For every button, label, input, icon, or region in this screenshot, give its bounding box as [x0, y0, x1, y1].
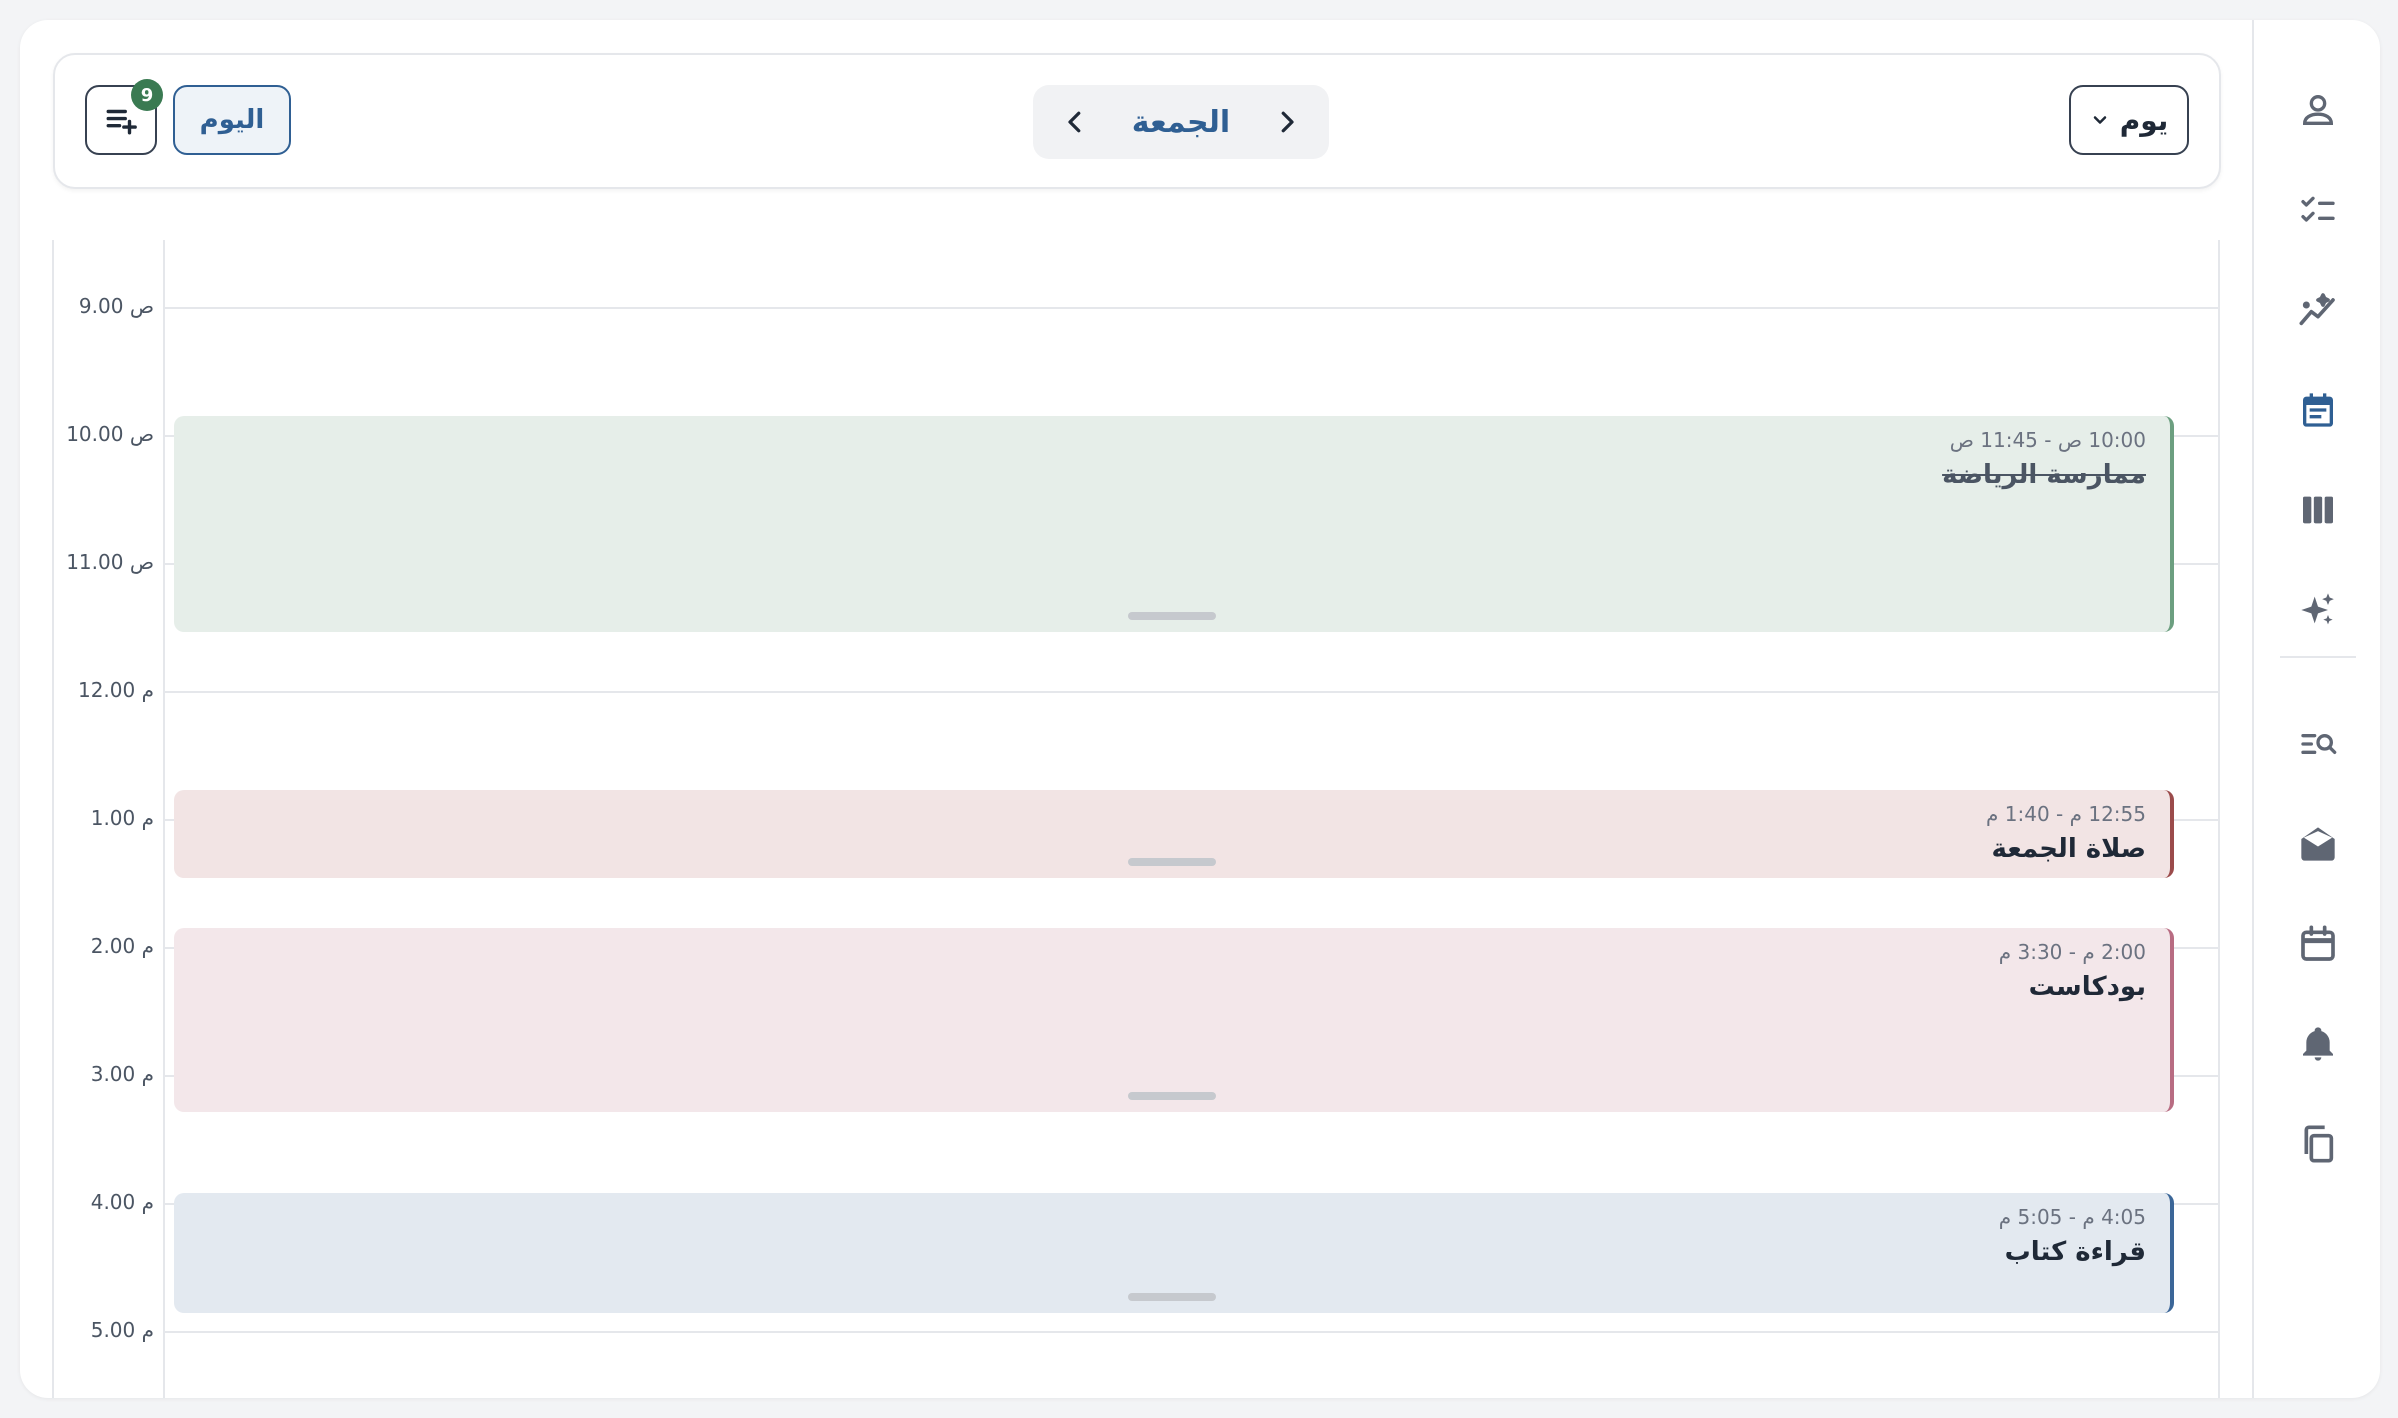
resize-handle[interactable] [1128, 1092, 1216, 1100]
hour-label: 5.00 م [90, 1318, 154, 1342]
hour-label: 4.00 م [90, 1190, 154, 1214]
checklist-icon[interactable] [2288, 180, 2348, 240]
chevron-down-icon [2093, 116, 2106, 124]
event-title: قراءة كتاب [2004, 1237, 2146, 1267]
calendar-icon[interactable] [2288, 914, 2348, 974]
hour-line [163, 691, 2220, 693]
resize-handle[interactable] [1128, 858, 1216, 866]
bell-icon[interactable] [2288, 1014, 2348, 1074]
task-queue-button[interactable]: 9 [85, 79, 163, 155]
person-icon[interactable] [2288, 80, 2348, 140]
chevron-right-icon [1281, 111, 1294, 133]
hour-label: 3.00 م [90, 1062, 154, 1086]
previous-day-button[interactable] [1055, 102, 1095, 142]
analytics-icon[interactable] [2288, 280, 2348, 340]
event-time: 4:05 م - 5:05 م [1998, 1205, 2146, 1229]
hour-line [163, 1331, 2220, 1333]
copy-icon[interactable] [2288, 1114, 2348, 1174]
mail-open-icon[interactable] [2288, 814, 2348, 874]
queue-count-badge: 9 [131, 79, 163, 111]
resize-handle[interactable] [1128, 1293, 1216, 1301]
hour-label: 9.00 ص [78, 294, 154, 318]
event-card[interactable]: 2:00 م - 3:30 م بودكاست [174, 928, 2174, 1112]
hour-label: 10.00 ص [66, 422, 154, 446]
next-day-button[interactable] [1267, 102, 1307, 142]
event-title: بودكاست [2028, 972, 2146, 1002]
event-time: 10:00 ص - 11:45 ص [1949, 428, 2146, 452]
event-card[interactable]: 4:05 م - 5:05 م قراءة كتاب [174, 1193, 2174, 1313]
hour-label: 1.00 م [90, 806, 154, 830]
event-card[interactable]: 10:00 ص - 11:45 ص ممارسة الرياضة [174, 416, 2174, 632]
event-time: 12:55 م - 1:40 م [1986, 802, 2146, 826]
calendar-toolbar: يوم الجمعة اليوم 9 [53, 53, 2221, 189]
current-date-label: الجمعة [1131, 104, 1231, 140]
search-list-icon[interactable] [2288, 714, 2348, 774]
hour-line [163, 307, 2220, 309]
hour-label: 2.00 م [90, 934, 154, 958]
event-card[interactable]: 12:55 م - 1:40 م صلاة الجمعة [174, 790, 2174, 878]
event-title: ممارسة الرياضة [1942, 460, 2146, 490]
right-sidebar [2252, 20, 2380, 1398]
hour-label: 11.00 ص [66, 550, 154, 574]
date-navigator: الجمعة [1033, 85, 1329, 159]
hour-label: 12.00 م [77, 678, 154, 702]
app-window: يوم الجمعة اليوم 9 9.00 ص 10.00 ص 11.00 … [20, 20, 2380, 1398]
today-button[interactable]: اليوم [173, 85, 291, 155]
view-mode-label: يوم [2119, 103, 2169, 137]
sidebar-divider [2280, 656, 2356, 658]
columns-icon[interactable] [2288, 480, 2348, 540]
event-time: 2:00 م - 3:30 م [1998, 940, 2146, 964]
sparkles-icon[interactable] [2288, 580, 2348, 640]
calendar-event-icon[interactable] [2288, 380, 2348, 440]
playlist-add-icon [106, 109, 137, 135]
view-mode-select[interactable]: يوم [2069, 85, 2189, 155]
resize-handle[interactable] [1128, 612, 1216, 620]
chevron-left-icon [1068, 111, 1081, 133]
